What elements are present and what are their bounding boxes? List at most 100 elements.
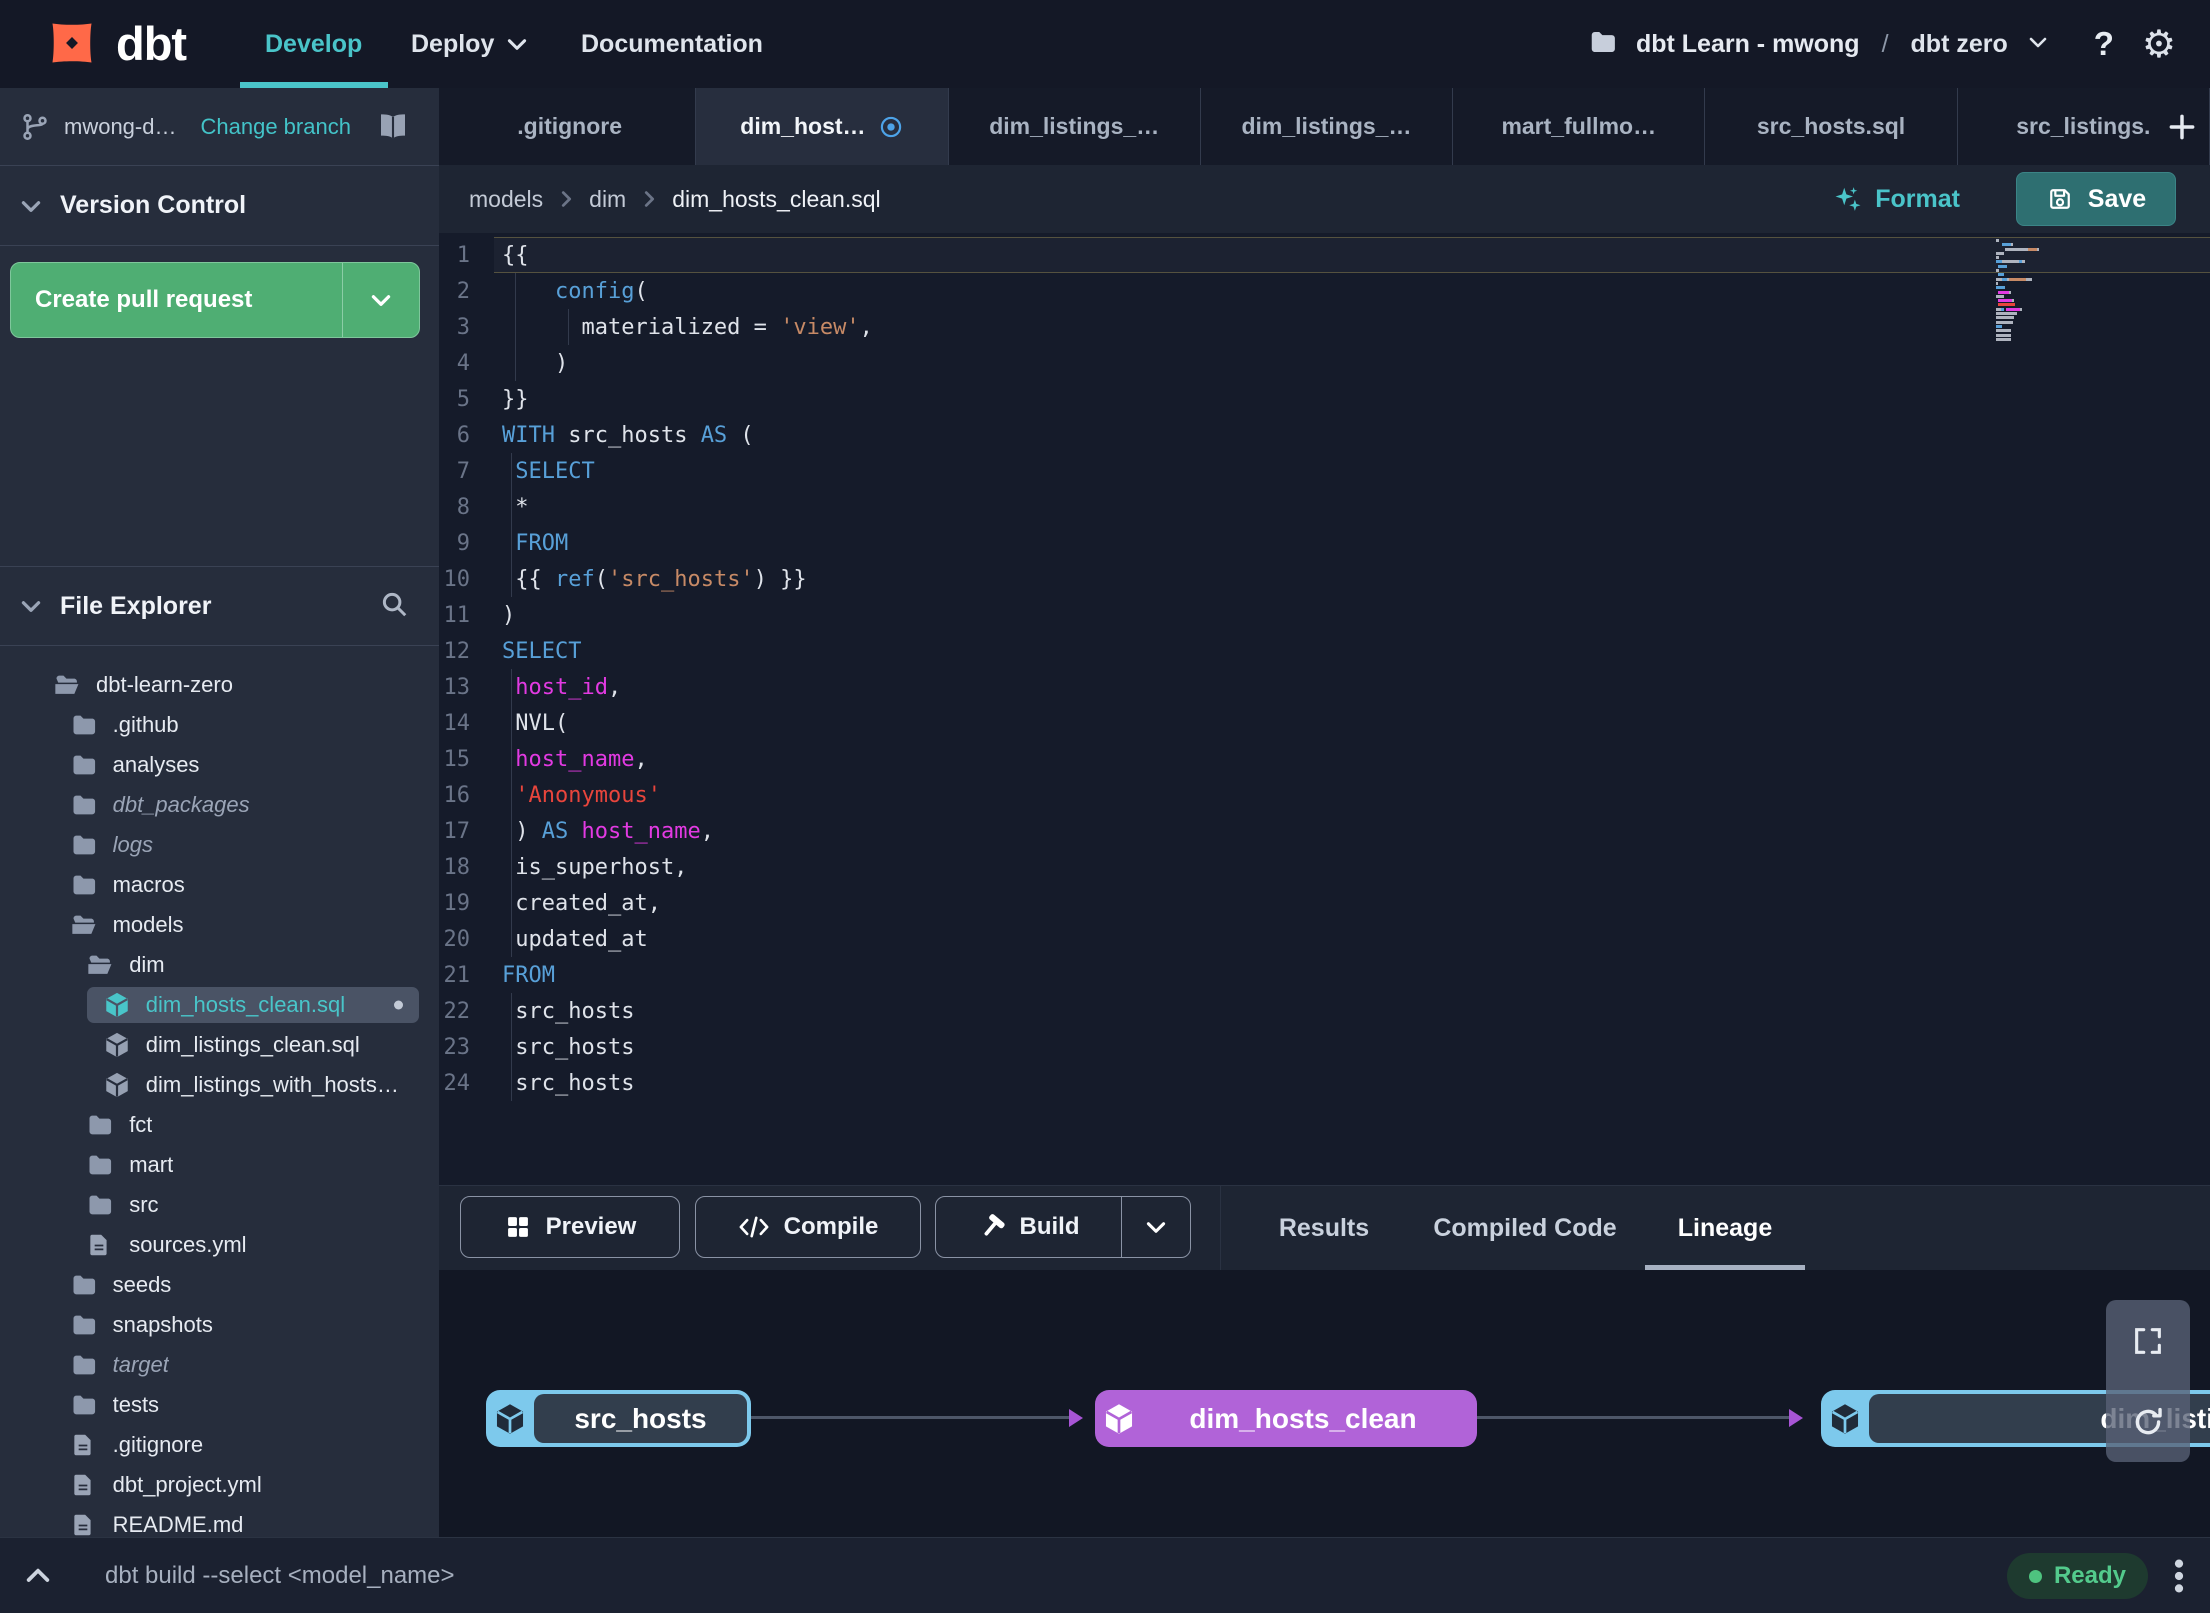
version-control-header[interactable]: Version Control <box>0 166 439 246</box>
tree-item-label: target <box>112 1352 169 1377</box>
gear-icon[interactable]: ⚙ <box>2142 22 2176 66</box>
code-line[interactable]: 10 {{ ref('src_hosts') }} <box>439 561 2210 597</box>
tree-item-analyses[interactable]: analyses <box>0 745 439 785</box>
panel-tab-results[interactable]: Results <box>1259 1186 1389 1271</box>
folder-icon <box>86 1190 116 1220</box>
editor-tab-dim-listings-[interactable]: dim_listings_… <box>949 88 1201 165</box>
create-pull-request-caret[interactable] <box>343 263 419 337</box>
code-line[interactable]: 18 is_superhost, <box>439 849 2210 885</box>
code-line[interactable]: 17 ) AS host_name, <box>439 813 2210 849</box>
code-line[interactable]: 13 host_id, <box>439 669 2210 705</box>
chevron-down-icon[interactable] <box>18 593 44 619</box>
tree-item--github[interactable]: .github <box>0 705 439 745</box>
tree-item-src[interactable]: src <box>0 1185 439 1225</box>
lineage-node-dim-hosts-clean[interactable]: dim_hosts_clean <box>1095 1390 1477 1447</box>
tree-item-target[interactable]: target <box>0 1345 439 1385</box>
code-line[interactable]: 15 host_name, <box>439 741 2210 777</box>
tree-item--gitignore[interactable]: .gitignore <box>0 1425 439 1465</box>
code-editor[interactable]: 1{{2 config(3 materialized = 'view', 4 ) 5… <box>439 233 2210 1185</box>
branch-name: mwong-d… <box>64 113 177 139</box>
chevron-down-icon[interactable] <box>18 193 44 219</box>
editor-pane: .gitignore dim_host… dim_listings_… dim_lis… <box>439 88 2210 1537</box>
minimap[interactable] <box>1996 239 2048 342</box>
code-line[interactable]: 9 FROM <box>439 525 2210 561</box>
code-line[interactable]: 8 * <box>439 489 2210 525</box>
create-pull-request-button[interactable]: Create pull request <box>10 262 420 338</box>
compile-button[interactable]: Compile <box>695 1196 921 1258</box>
code-line[interactable]: 5}} <box>439 381 2210 417</box>
code-line[interactable]: 12 SELECT <box>439 633 2210 669</box>
build-button-main[interactable]: Build <box>936 1197 1122 1257</box>
search-icon[interactable] <box>379 589 409 624</box>
add-tab-button[interactable] <box>2166 88 2198 165</box>
change-branch-link[interactable]: Change branch <box>200 114 350 140</box>
save-button[interactable]: Save <box>2016 172 2176 226</box>
code-line[interactable]: 20 updated_at <box>439 921 2210 957</box>
tree-item-logs[interactable]: logs <box>0 825 439 865</box>
tree-item-mart[interactable]: mart <box>0 1145 439 1185</box>
code-line[interactable]: 3 materialized = 'view', <box>439 309 2210 345</box>
editor-tab-src-hosts-sql[interactable]: src_hosts.sql <box>1705 88 1958 165</box>
editor-tab-mart-fullmo-[interactable]: mart_fullmo… <box>1453 88 1706 165</box>
code-line[interactable]: 7 SELECT <box>439 453 2210 489</box>
file-explorer-header[interactable]: File Explorer <box>0 566 439 646</box>
book-icon[interactable] <box>377 111 409 143</box>
tree-item-dbt-project-yml[interactable]: dbt_project.yml <box>0 1465 439 1505</box>
ready-label: Ready <box>2053 1562 2126 1589</box>
tree-item-seeds[interactable]: seeds <box>0 1265 439 1305</box>
nav-item-documentation[interactable]: Documentation <box>581 0 763 88</box>
editor-tab-dim-listings-[interactable]: dim_listings_… <box>1201 88 1454 165</box>
code-line[interactable]: 4 ) <box>439 345 2210 381</box>
fullscreen-icon[interactable] <box>2131 1324 2165 1358</box>
project-name[interactable]: dbt Learn - mwong <box>1636 30 1860 59</box>
lineage-node-src-hosts[interactable]: src_hosts <box>486 1390 751 1447</box>
code-line[interactable]: 22 src_hosts <box>439 993 2210 1029</box>
help-button[interactable]: ? <box>2094 25 2114 63</box>
git-branch-icon <box>20 112 50 142</box>
lineage-canvas[interactable]: src_hostsdim_hosts_cleandim_listings_wit… <box>439 1270 2210 1537</box>
code-line[interactable]: 6 WITH src_hosts AS ( <box>439 417 2210 453</box>
editor-tab-dim-host-[interactable]: dim_host… <box>696 88 949 165</box>
tree-item-snapshots[interactable]: snapshots <box>0 1305 439 1345</box>
code-line[interactable]: 21 FROM <box>439 957 2210 993</box>
code-line[interactable]: 23 src_hosts <box>439 1029 2210 1065</box>
tree-item-dim-listings-clean-sql[interactable]: dim_listings_clean.sql <box>0 1025 439 1065</box>
nav-item-deploy[interactable]: Deploy <box>411 0 530 88</box>
create-pull-request-label[interactable]: Create pull request <box>11 263 343 337</box>
editor-tab--gitignore[interactable]: .gitignore <box>444 88 697 165</box>
panel-tab-lineage[interactable]: Lineage <box>1645 1186 1805 1271</box>
tree-item-dbt-packages[interactable]: dbt_packages <box>0 785 439 825</box>
code-line[interactable]: 16 'Anonymous' <box>439 777 2210 813</box>
code-line[interactable]: 1 {{ <box>439 237 2210 273</box>
tree-item-macros[interactable]: macros <box>0 865 439 905</box>
tree-item-fct[interactable]: fct <box>0 1105 439 1145</box>
code-line[interactable]: 2 config( <box>439 273 2210 309</box>
nav-item-develop[interactable]: Develop <box>265 0 362 88</box>
tree-item-dim-hosts-clean-sql[interactable]: dim_hosts_clean.sql <box>0 985 439 1025</box>
format-button[interactable]: Format <box>1833 184 1960 214</box>
code-line[interactable]: 11) <box>439 597 2210 633</box>
tree-item-readme-md[interactable]: README.md <box>0 1505 439 1537</box>
code-line[interactable]: 14 NVL( <box>439 705 2210 741</box>
panel-tab-compiled-code[interactable]: Compiled Code <box>1425 1186 1625 1271</box>
dbt-ide-app: dbt dbt Learn - mwong / dbt zero ? ⚙ Dev… <box>0 0 2210 1613</box>
kebab-menu-icon[interactable] <box>2162 1554 2196 1603</box>
tree-item-models[interactable]: models <box>0 905 439 945</box>
code-text: src_hosts <box>502 998 635 1024</box>
tree-item-sources-yml[interactable]: sources.yml <box>0 1225 439 1265</box>
tree-item-dbt-learn-zero[interactable]: dbt-learn-zero <box>0 665 439 705</box>
code-icon <box>738 1213 770 1241</box>
preview-button[interactable]: Preview <box>460 1196 680 1258</box>
tree-item-dim[interactable]: dim <box>0 945 439 985</box>
code-line[interactable]: 19 created_at, <box>439 885 2210 921</box>
folder-icon <box>70 750 100 780</box>
build-button-caret[interactable] <box>1122 1197 1190 1257</box>
refresh-icon[interactable] <box>2131 1405 2165 1439</box>
tree-item-tests[interactable]: tests <box>0 1385 439 1425</box>
code-line[interactable]: 24 src_hosts <box>439 1065 2210 1101</box>
chevron-up-icon[interactable] <box>22 1560 54 1597</box>
environment-name[interactable]: dbt zero <box>1911 30 2008 59</box>
format-label: Format <box>1875 184 1960 213</box>
tree-item-dim-listings-with-hosts-[interactable]: dim_listings_with_hosts… <box>0 1065 439 1105</box>
chevron-down-icon[interactable] <box>2026 30 2050 59</box>
